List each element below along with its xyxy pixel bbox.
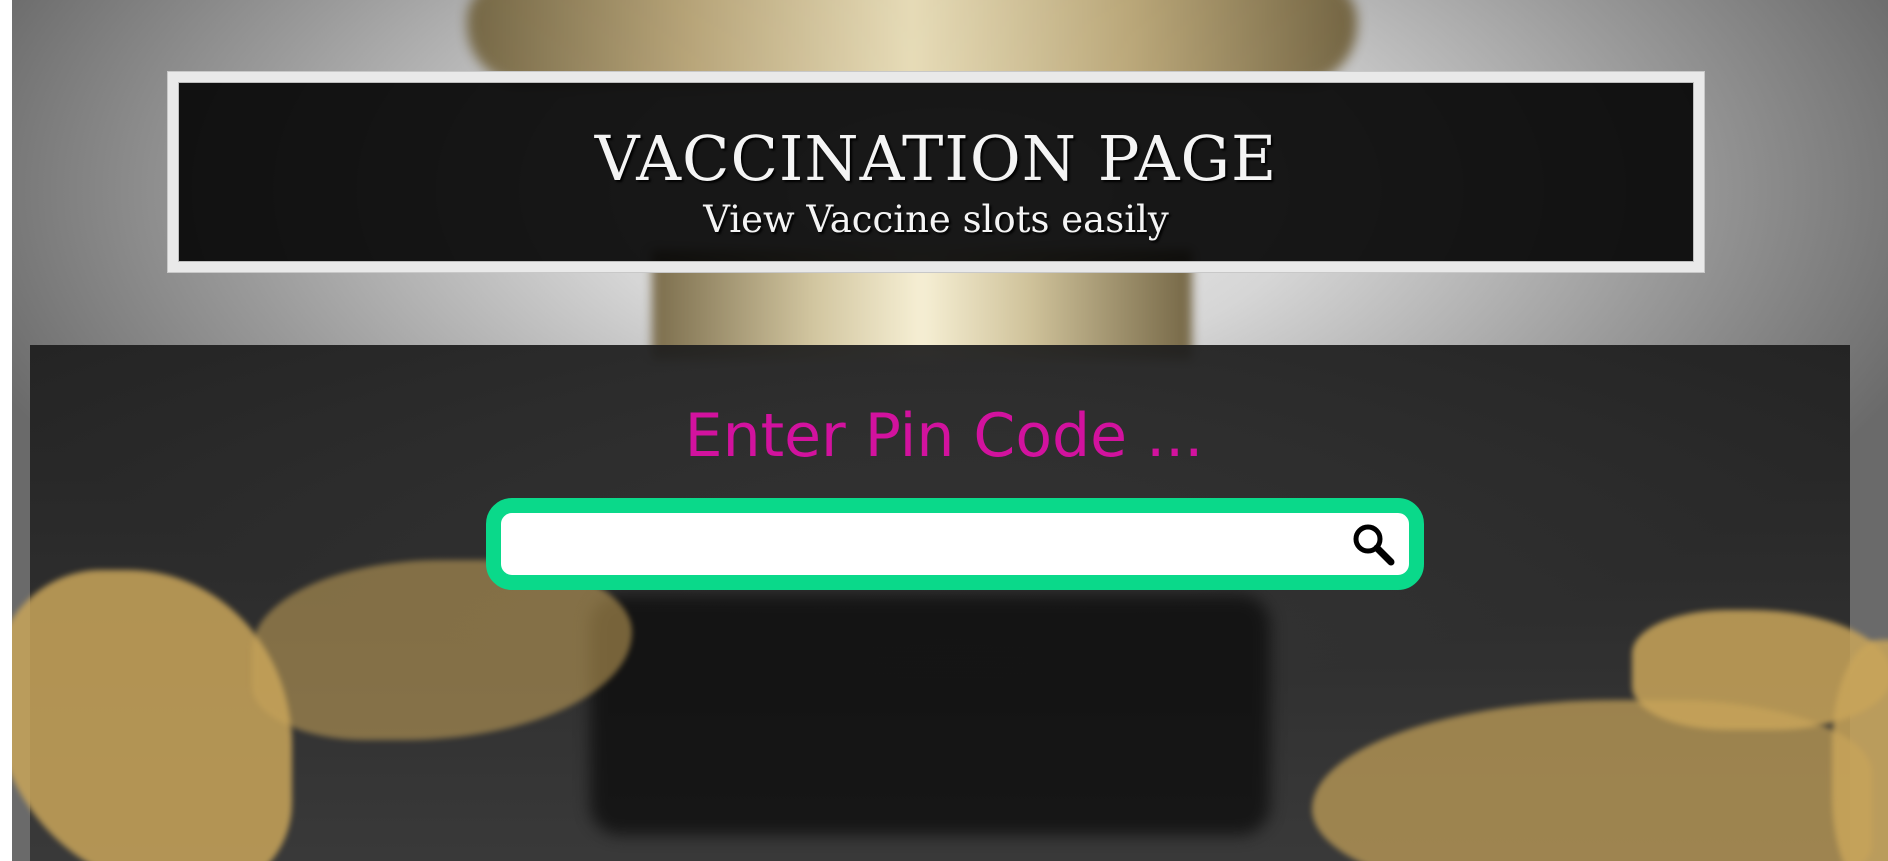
pin-code-input[interactable] <box>501 513 1367 575</box>
search-icon <box>1353 524 1395 566</box>
search-button[interactable] <box>1349 521 1399 569</box>
background-bottle-body <box>590 595 1270 835</box>
pin-search-box <box>486 498 1424 590</box>
page-title: VACCINATION PAGE <box>594 122 1278 195</box>
page-subtitle: View Vaccine slots easily <box>703 198 1169 241</box>
pin-code-label: Enter Pin Code ... <box>684 401 1204 471</box>
header-banner: VACCINATION PAGE View Vaccine slots easi… <box>168 72 1704 272</box>
